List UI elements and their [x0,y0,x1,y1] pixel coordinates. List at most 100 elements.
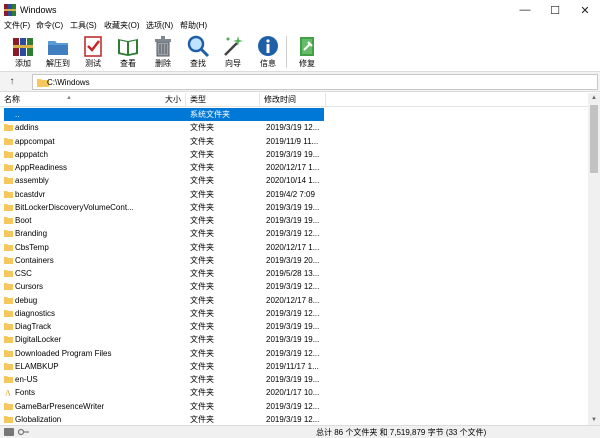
folder-icon [4,256,13,264]
column-header-modified[interactable]: 修改时间 [260,93,326,107]
add-button[interactable]: 添加 [6,34,40,72]
table-row[interactable]: apppatch 文件夹 2019/3/19 19... [0,148,588,161]
file-modified: 2019/3/19 19... [266,375,320,384]
drive-icon [4,428,14,436]
file-type: 系统文件夹 [190,110,230,119]
scroll-up-icon[interactable]: ▲ [588,93,600,103]
file-modified: 2019/3/19 19... [266,322,320,331]
extract-to-button[interactable]: 解压到 [41,34,75,72]
delete-button[interactable]: 删除 [146,34,180,72]
file-modified: 2020/1/17 10... [266,388,320,398]
toolbar-separator [286,36,287,68]
menu-help[interactable]: 帮助(H) [180,21,207,31]
close-icon: ✕ [580,4,590,17]
file-name: DiagTrack [15,322,52,331]
table-row[interactable]: bcastdvr 文件夹 2019/4/2 7:09 [0,188,588,201]
fonts-folder-icon: A [5,389,11,397]
menu-options[interactable]: 选项(N) [146,21,173,31]
file-modified: 2019/3/19 12... [266,414,320,424]
folder-icon [4,150,13,158]
minimize-icon: — [519,4,531,16]
parent-folder-row[interactable]: .. 系统文件夹 [0,108,588,121]
file-name: appcompat [15,136,55,146]
find-button[interactable]: 查找 [181,34,215,72]
file-modified: 2019/3/19 12... [266,401,320,411]
table-row[interactable]: A Fonts 文件夹 2020/1/17 10... [0,386,588,399]
wizard-icon [224,36,243,56]
table-row[interactable]: Branding 文件夹 2019/3/19 12... [0,227,588,240]
file-type: 文件夹 [190,414,214,424]
add-archive-icon [13,38,33,56]
table-row[interactable]: ELAMBKUP 文件夹 2019/11/17 1... [0,360,588,373]
table-row[interactable]: assembly 文件夹 2020/10/14 1... [0,174,588,187]
menu-favorites[interactable]: 收藏夹(O) [104,21,140,31]
file-type: 文件夹 [190,229,214,239]
table-row[interactable]: Globalization 文件夹 2019/3/19 12... [0,413,588,425]
up-one-level-button[interactable]: ↑ [4,75,20,89]
arrow-up-icon: ↑ [9,76,15,87]
table-row[interactable]: diagnostics 文件夹 2019/3/19 12... [0,307,588,320]
repair-icon [300,37,314,56]
file-type: 文件夹 [190,322,214,331]
info-label: 信息 [260,59,276,68]
maximize-icon: ☐ [550,4,560,17]
file-name: .. [15,110,20,119]
table-row[interactable]: GameBarPresenceWriter 文件夹 2019/3/19 12... [0,400,588,413]
table-row[interactable]: Boot 文件夹 2019/3/19 19... [0,214,588,227]
file-modified: 2019/3/19 19... [266,149,320,159]
table-row[interactable]: AppReadiness 文件夹 2020/12/17 1... [0,161,588,174]
wizard-button[interactable]: 向导 [216,34,250,72]
table-row[interactable]: debug 文件夹 2020/12/17 8... [0,294,588,307]
menu-tools[interactable]: 工具(S) [70,21,97,31]
table-row[interactable]: DigitalLocker 文件夹 2019/3/19 19... [0,333,588,346]
table-row[interactable]: CbsTemp 文件夹 2020/12/17 1... [0,241,588,254]
file-type: 文件夹 [190,348,214,358]
table-row[interactable]: Containers 文件夹 2019/3/19 20... [0,254,588,267]
file-type: 文件夹 [190,149,214,159]
table-row[interactable]: CSC 文件夹 2019/5/28 13... [0,267,588,280]
column-header-size[interactable]: 大小 [136,93,186,107]
menu-commands[interactable]: 命令(C) [36,21,63,31]
menu-file[interactable]: 文件(F) [4,21,30,31]
file-type: 文件夹 [190,136,214,146]
file-name: en-US [15,375,38,384]
file-name: bcastdvr [15,189,46,199]
file-modified: 2019/3/19 20... [266,255,320,265]
folder-icon [4,177,13,185]
repair-button[interactable]: 修复 [290,34,324,72]
close-button[interactable]: ✕ [570,0,600,20]
vertical-scrollbar[interactable]: ▲ ▼ [588,93,600,425]
file-type: 文件夹 [190,189,214,199]
maximize-button[interactable]: ☐ [540,0,570,20]
file-type: 文件夹 [190,375,214,384]
view-button[interactable]: 查看 [111,34,145,72]
minimize-button[interactable]: — [510,0,540,20]
find-icon [187,35,210,58]
table-row[interactable]: en-US 文件夹 2019/3/19 19... [0,373,588,386]
column-name-label: 名称 [4,95,20,104]
table-row[interactable]: Downloaded Program Files 文件夹 2019/3/19 12.… [0,347,588,360]
table-row[interactable]: appcompat 文件夹 2019/11/9 11... [0,135,588,148]
table-row[interactable]: Cursors 文件夹 2019/3/19 12... [0,280,588,293]
file-name: Globalization [15,414,62,424]
scroll-down-icon[interactable]: ▼ [588,415,600,425]
file-name: diagnostics [15,308,56,318]
path-field[interactable]: C:\Windows [32,74,598,90]
file-type: 文件夹 [190,388,214,398]
test-button[interactable]: 测试 [76,34,110,72]
folder-icon [4,124,13,132]
table-row[interactable]: BitLockerDiscoveryVolumeCont... 文件夹 2019/3… [0,201,588,214]
file-modified: 2020/12/17 1... [266,163,320,172]
view-label: 查看 [120,59,136,68]
menu-bar: 文件(F) 命令(C) 工具(S) 收藏夹(O) 选项(N) 帮助(H) [0,20,600,32]
file-name: Boot [15,216,32,225]
info-button[interactable]: 信息 [251,34,285,72]
table-row[interactable]: DiagTrack 文件夹 2019/3/19 19... [0,320,588,333]
folder-icon [4,190,13,198]
table-row[interactable]: addins 文件夹 2019/3/19 12... [0,121,588,134]
status-summary: 总计 86 个文件夹 和 7,519,879 字节 (33 个文件) [316,428,487,437]
column-header-type[interactable]: 类型 [186,93,260,107]
file-type: 文件夹 [190,123,214,133]
scrollbar-thumb[interactable] [590,105,598,173]
title-bar: Windows — ☐ ✕ [0,0,600,20]
